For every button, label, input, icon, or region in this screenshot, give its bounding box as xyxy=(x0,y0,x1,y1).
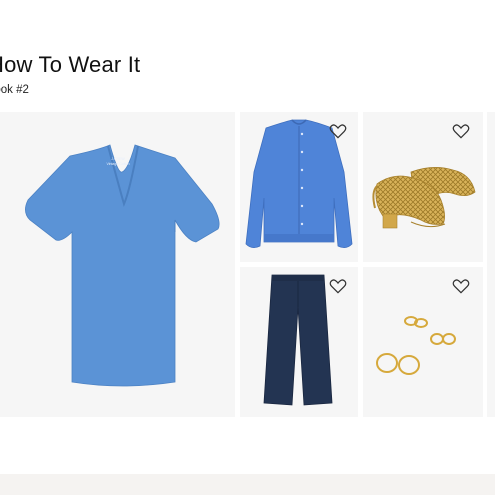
next-product-tile-edge[interactable] xyxy=(487,112,495,417)
product-tile-cardigan[interactable] xyxy=(240,112,358,262)
heart-outline-icon[interactable] xyxy=(451,276,471,296)
product-tile-trousers[interactable] xyxy=(240,267,358,417)
section-title: How To Wear It xyxy=(0,52,141,77)
look-label: Look #2 xyxy=(0,84,29,96)
footer-band xyxy=(0,474,495,495)
tee-label-brand: J.CREW xyxy=(111,157,125,161)
heart-outline-icon[interactable] xyxy=(451,121,471,141)
heart-outline-icon[interactable] xyxy=(328,121,348,141)
product-tile-heels[interactable] xyxy=(363,112,483,262)
product-tile-earrings[interactable] xyxy=(363,267,483,417)
product-tile-tee[interactable]: J.CREW Vintage Cotton xyxy=(0,112,235,417)
tee-image: J.CREW Vintage Cotton xyxy=(25,144,220,387)
heart-outline-icon[interactable] xyxy=(328,276,348,296)
tee-label-line: Vintage Cotton xyxy=(106,162,129,166)
